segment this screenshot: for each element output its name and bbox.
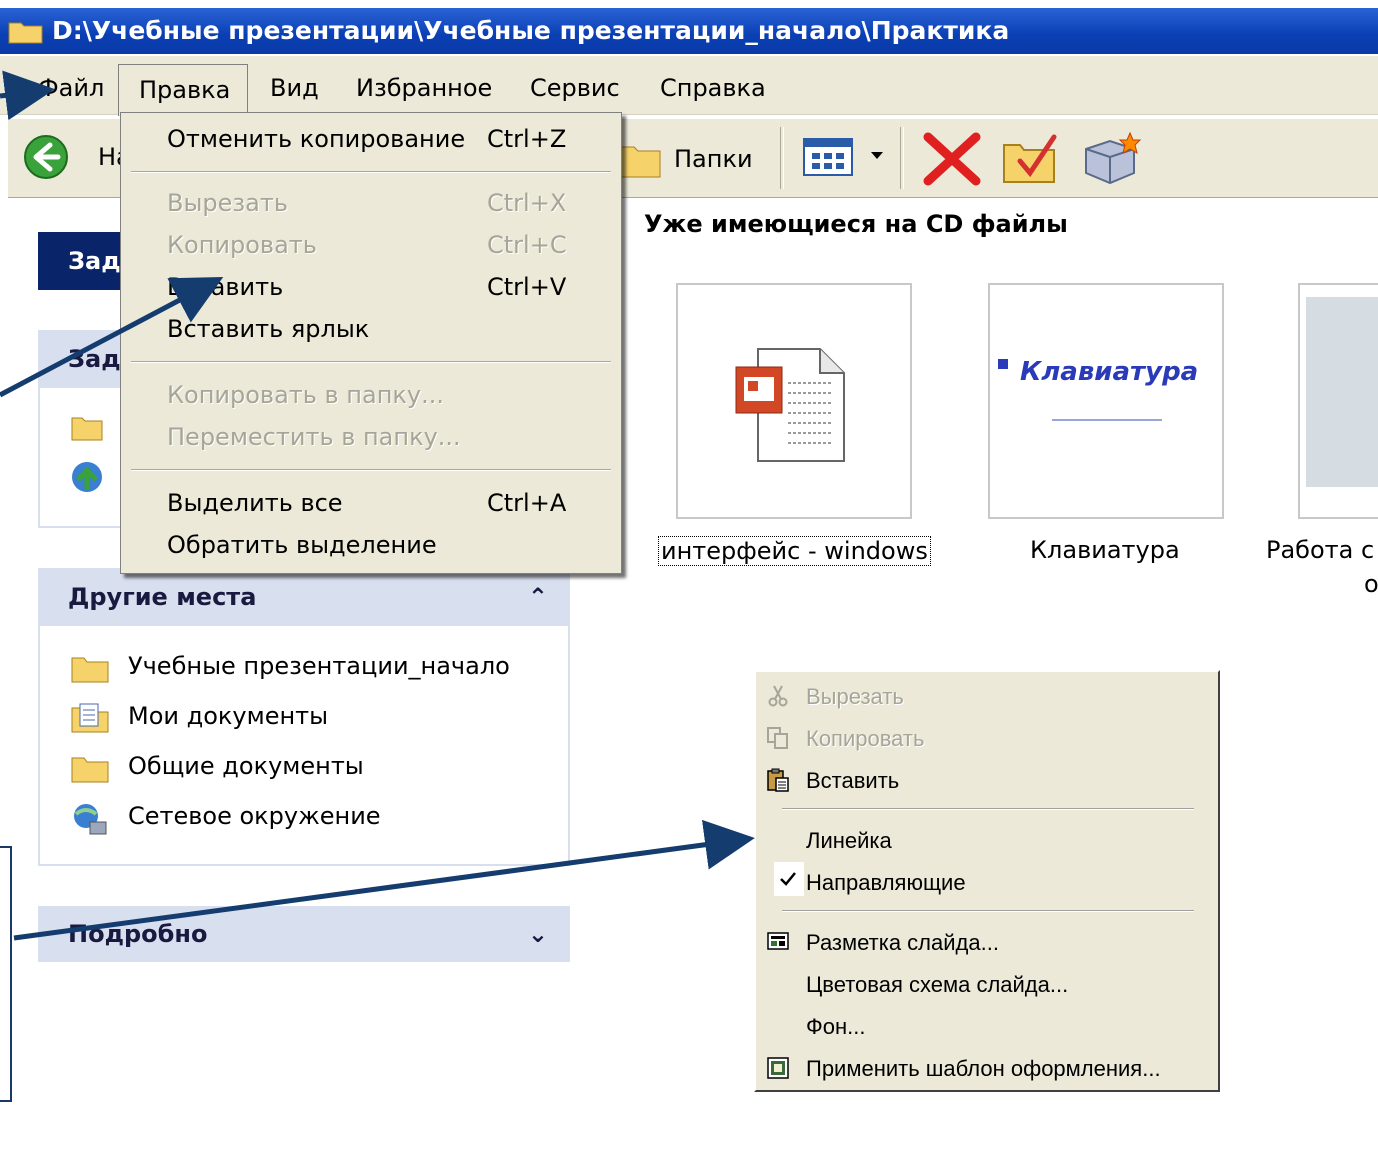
folders-button[interactable]: Папки — [618, 133, 768, 183]
ctx-paste[interactable]: Вставить — [806, 768, 899, 794]
ctx-guides[interactable]: Направляющие — [806, 870, 966, 896]
menu-paste-shortcut: Ctrl+V — [487, 273, 567, 301]
collapse-chevron-icon[interactable]: ⌃ — [528, 568, 548, 626]
menu-cut-shortcut: Ctrl+X — [487, 189, 567, 217]
folder-icon — [71, 657, 109, 683]
file-label-keyboard[interactable]: Клавиатура — [1030, 536, 1180, 564]
menu-edit-label: Правка — [139, 76, 231, 104]
section-title: Уже имеющиеся на CD файлы — [644, 210, 1068, 238]
file-label-interface-windows[interactable]: интерфейс - windows — [658, 536, 931, 566]
details-header[interactable]: Подробно ⌄ — [38, 906, 570, 962]
folder-icon — [71, 757, 109, 783]
menu-edit[interactable]: Правка — [118, 64, 248, 116]
details-title: Подробно — [68, 920, 208, 948]
menu-select-all[interactable]: Выделить все — [167, 489, 343, 517]
move-to-folder-icon[interactable] — [1000, 131, 1062, 187]
menu-undo[interactable]: Отменить копирование — [167, 125, 465, 153]
menu-paste-shortcut-link[interactable]: Вставить ярлык — [167, 315, 369, 343]
check-mark-icon — [774, 862, 804, 896]
slide-subtitle-line — [1052, 419, 1162, 421]
new-folder-icon[interactable] — [1080, 129, 1150, 189]
file-thumbnail-interface-windows[interactable] — [676, 283, 912, 519]
menu-separator — [131, 469, 611, 471]
chevron-down-icon — [871, 152, 883, 159]
ctx-slide-layout[interactable]: Разметка слайда... — [806, 930, 999, 956]
place-label: Мои документы — [128, 702, 329, 730]
ctx-cut[interactable]: Вырезать — [806, 684, 904, 710]
ctx-background[interactable]: Фон... — [806, 1014, 865, 1040]
menu-view[interactable]: Вид — [270, 74, 319, 102]
other-places-header[interactable]: Другие места ⌃ — [38, 568, 570, 626]
slide-preview — [1306, 297, 1378, 487]
other-places-body: Учебные презентации_начало Мои документы… — [38, 626, 570, 866]
template-icon — [767, 1057, 789, 1079]
ctx-color-scheme[interactable]: Цветовая схема слайда... — [806, 972, 1068, 998]
title-bar[interactable]: D:\Учебные презентации\Учебные презентац… — [0, 8, 1378, 54]
views-button[interactable] — [802, 137, 892, 179]
menu-file[interactable]: Файл — [38, 74, 104, 102]
menu-move-to-folder[interactable]: Переместить в папку... — [167, 423, 461, 451]
callout-box — [0, 846, 12, 1102]
ctx-apply-template[interactable]: Применить шаблон оформления... — [806, 1056, 1161, 1082]
file-thumbnail-keyboard[interactable]: Клавиатура — [988, 283, 1224, 519]
menu-invert-selection[interactable]: Обратить выделение — [167, 531, 437, 559]
menu-select-all-shortcut: Ctrl+A — [487, 489, 567, 517]
new-folder-task-icon[interactable] — [70, 412, 104, 442]
my-documents-icon — [71, 703, 109, 733]
delete-icon[interactable] — [920, 131, 984, 187]
file-tasks-panel-title: Зад — [68, 345, 121, 373]
place-label: Общие документы — [128, 752, 364, 780]
tasks-panel-title: Зад — [68, 247, 121, 275]
ctx-copy[interactable]: Копировать — [806, 726, 924, 752]
menu-help[interactable]: Справка — [660, 74, 766, 102]
back-button[interactable]: На — [18, 133, 131, 181]
context-menu: Вырезать Копировать Вставить Линейка Нап… — [754, 670, 1220, 1092]
scissors-icon — [768, 685, 788, 707]
menu-separator — [782, 910, 1194, 912]
toolbar-separator — [900, 127, 904, 189]
menu-cut[interactable]: Вырезать — [167, 189, 288, 217]
menu-undo-shortcut: Ctrl+Z — [487, 125, 567, 153]
menu-copy-to-folder[interactable]: Копировать в папку... — [167, 381, 444, 409]
menu-tools[interactable]: Сервис — [530, 74, 620, 102]
paste-icon — [767, 768, 789, 792]
slide-title: Клавиатура — [1020, 357, 1199, 387]
powerpoint-file-icon — [735, 348, 845, 462]
expand-chevron-icon[interactable]: ⌄ — [528, 906, 548, 962]
edit-menu: Отменить копирование Ctrl+Z Вырезать Ctr… — [120, 112, 622, 574]
place-label: Учебные презентации_начало — [128, 652, 510, 680]
folder-icon — [8, 22, 43, 44]
menu-separator — [131, 171, 611, 173]
toolbar-separator — [780, 127, 784, 189]
slide-bullet — [998, 359, 1008, 369]
folders-icon — [619, 146, 661, 178]
menu-separator — [131, 361, 611, 363]
folders-label: Папки — [674, 145, 753, 173]
file-label-work[interactable]: Работа с — [1266, 536, 1374, 564]
network-places-icon — [74, 804, 107, 835]
menu-paste[interactable]: Вставить — [167, 273, 283, 301]
views-icon — [803, 138, 853, 176]
slide-layout-icon — [767, 932, 789, 950]
copy-icon — [767, 727, 788, 749]
menu-favorites[interactable]: Избранное — [356, 74, 492, 102]
file-label-work-line2: о — [1364, 570, 1378, 598]
menu-copy[interactable]: Копировать — [167, 231, 317, 259]
back-arrow-icon — [24, 135, 68, 179]
menu-separator — [782, 808, 1194, 810]
place-label: Сетевое окружение — [128, 802, 381, 830]
ctx-ruler[interactable]: Линейка — [806, 828, 892, 854]
other-places-title: Другие места — [68, 583, 257, 611]
publish-web-icon[interactable] — [70, 460, 104, 494]
file-thumbnail-work[interactable] — [1298, 283, 1378, 519]
window-title: D:\Учебные презентации\Учебные презентац… — [52, 16, 1010, 45]
menu-copy-shortcut: Ctrl+C — [487, 231, 567, 259]
